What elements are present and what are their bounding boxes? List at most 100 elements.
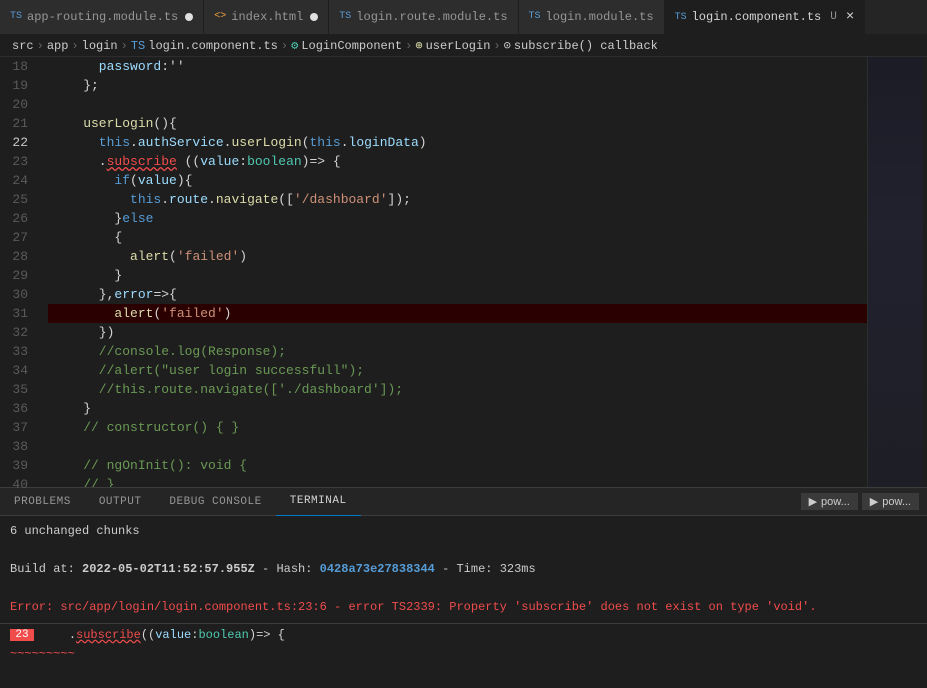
- code-line-31: alert('failed'): [48, 304, 867, 323]
- ln-23: 23: [0, 152, 38, 171]
- ts-icon: TS: [529, 11, 541, 22]
- error-line-number: 23: [10, 629, 34, 641]
- terminal-error-line: Error: src/app/login/login.component.ts:…: [10, 598, 917, 617]
- ln-19: 19: [0, 76, 38, 95]
- ln-27: 27: [0, 228, 38, 247]
- line-numbers: 18 19 20 21 22 23 24 25 26 27 28 29 30 3…: [0, 57, 48, 487]
- tab-label: login.component.ts: [692, 10, 822, 24]
- ln-32: 32: [0, 323, 38, 342]
- code-line-24: if(value){: [48, 171, 867, 190]
- ln-39: 39: [0, 456, 38, 475]
- ln-20: 20: [0, 95, 38, 114]
- bc-src: src: [12, 39, 34, 53]
- terminal-line-1: 6 unchanged chunks: [10, 522, 917, 541]
- tab-login-component[interactable]: TS login.component.ts U ×: [665, 0, 866, 34]
- terminal-line-2: [10, 541, 917, 560]
- tab-label: index.html: [231, 10, 303, 24]
- tab-label: app-routing.module.ts: [27, 10, 178, 24]
- tab-bar: TS app-routing.module.ts <> index.html T…: [0, 0, 927, 35]
- powershell-label-2: pow...: [882, 496, 911, 508]
- code-line-39: // ngOnInit(): void {: [48, 456, 867, 475]
- code-line-21: userLogin(){: [48, 114, 867, 133]
- unsaved-indicator: U: [830, 11, 837, 23]
- minimap: [867, 57, 927, 487]
- squiggle-indicator: ~~~~~~~~~: [0, 646, 927, 665]
- ts-icon: TS: [339, 11, 351, 22]
- tab-label: login.module.ts: [546, 10, 654, 24]
- tab-label: login.route.module.ts: [356, 10, 507, 24]
- ts-icon: TS: [10, 11, 22, 22]
- ln-26: 26: [0, 209, 38, 228]
- bc-callback-icon: ⊙: [504, 38, 511, 53]
- terminal-line-build: Build at: 2022-05-02T11:52:57.955Z - Has…: [10, 560, 917, 579]
- ln-18: 18: [0, 57, 38, 76]
- tab-login-module[interactable]: TS login.module.ts: [519, 0, 665, 34]
- ln-34: 34: [0, 361, 38, 380]
- bottom-error-area: 23 .subscribe((value:boolean)=> {: [0, 623, 927, 646]
- ln-29: 29: [0, 266, 38, 285]
- app-container: TS app-routing.module.ts <> index.html T…: [0, 0, 927, 665]
- code-line-30: },error=>{: [48, 285, 867, 304]
- code-line-36: }: [48, 399, 867, 418]
- bc-class: LoginComponent: [301, 39, 402, 53]
- code-content[interactable]: password:'' }; userLogin(){ this.authSer…: [48, 57, 867, 487]
- ln-30: 30: [0, 285, 38, 304]
- bc-app: app: [47, 39, 69, 53]
- ln-24: 24: [0, 171, 38, 190]
- code-line-40: // }: [48, 475, 867, 487]
- tab-index-html[interactable]: <> index.html: [204, 0, 329, 34]
- powershell-button-1[interactable]: ▶ pow...: [801, 493, 858, 510]
- bc-callback: subscribe() callback: [514, 39, 658, 53]
- ts-icon: TS: [675, 12, 687, 23]
- code-line-22: this.authService.userLogin(this.loginDat…: [48, 133, 867, 152]
- tab-app-routing[interactable]: TS app-routing.module.ts: [0, 0, 204, 34]
- terminal-line-3: [10, 579, 917, 598]
- code-line-26: }else: [48, 209, 867, 228]
- ln-40: 40: [0, 475, 38, 494]
- code-line-27: {: [48, 228, 867, 247]
- bc-class-icon: ⚙: [291, 38, 298, 53]
- code-line-18: password:'': [48, 57, 867, 76]
- bc-file: login.component.ts: [148, 39, 278, 53]
- code-line-29: }: [48, 266, 867, 285]
- code-line-25: this.route.navigate(['/dashboard']);: [48, 190, 867, 209]
- ln-35: 35: [0, 380, 38, 399]
- powershell-label-1: pow...: [821, 496, 850, 508]
- code-line-38: [48, 437, 867, 456]
- bc-method-icon: ⊕: [415, 38, 422, 53]
- panel-tab-output[interactable]: OUTPUT: [85, 488, 156, 516]
- html-icon: <>: [214, 11, 226, 22]
- panel-tab-debug[interactable]: DEBUG CONSOLE: [155, 488, 275, 516]
- close-tab-button[interactable]: ×: [846, 9, 854, 25]
- editor-area: 18 19 20 21 22 23 24 25 26 27 28 29 30 3…: [0, 57, 927, 487]
- code-line-37: // constructor() { }: [48, 418, 867, 437]
- ln-25: 25: [0, 190, 38, 209]
- ln-33: 33: [0, 342, 38, 361]
- code-line-32: }): [48, 323, 867, 342]
- code-line-23: .subscribe ((value:boolean)=> {: [48, 152, 867, 171]
- ln-31: 31: [0, 304, 38, 323]
- code-line-28: alert('failed'): [48, 247, 867, 266]
- ln-21: 21: [0, 114, 38, 133]
- bc-login: login: [82, 39, 118, 53]
- code-line-35: //this.route.navigate(['./dashboard']);: [48, 380, 867, 399]
- ln-36: 36: [0, 399, 38, 418]
- code-line-33: //console.log(Response);: [48, 342, 867, 361]
- panel-tab-terminal[interactable]: TERMINAL: [276, 488, 361, 516]
- powershell-icon-2: ▶: [870, 495, 878, 508]
- error-code: .subscribe((value:boolean)=> {: [40, 628, 285, 642]
- panel: PROBLEMS OUTPUT DEBUG CONSOLE TERMINAL ▶…: [0, 487, 927, 665]
- ln-37: 37: [0, 418, 38, 437]
- panel-tab-bar: PROBLEMS OUTPUT DEBUG CONSOLE TERMINAL ▶…: [0, 488, 927, 516]
- code-line-20: [48, 95, 867, 114]
- tab-login-route[interactable]: TS login.route.module.ts: [329, 0, 518, 34]
- ln-22: 22: [0, 133, 38, 152]
- powershell-icon: ▶: [809, 495, 817, 508]
- modified-dot: [185, 13, 193, 21]
- panel-content: 6 unchanged chunks Build at: 2022-05-02T…: [0, 516, 927, 623]
- bc-ts-icon: TS: [131, 39, 145, 53]
- ln-28: 28: [0, 247, 38, 266]
- bc-method: userLogin: [426, 39, 491, 53]
- breadcrumb: src › app › login › TS login.component.t…: [0, 35, 927, 57]
- powershell-button-2[interactable]: ▶ pow...: [862, 493, 919, 510]
